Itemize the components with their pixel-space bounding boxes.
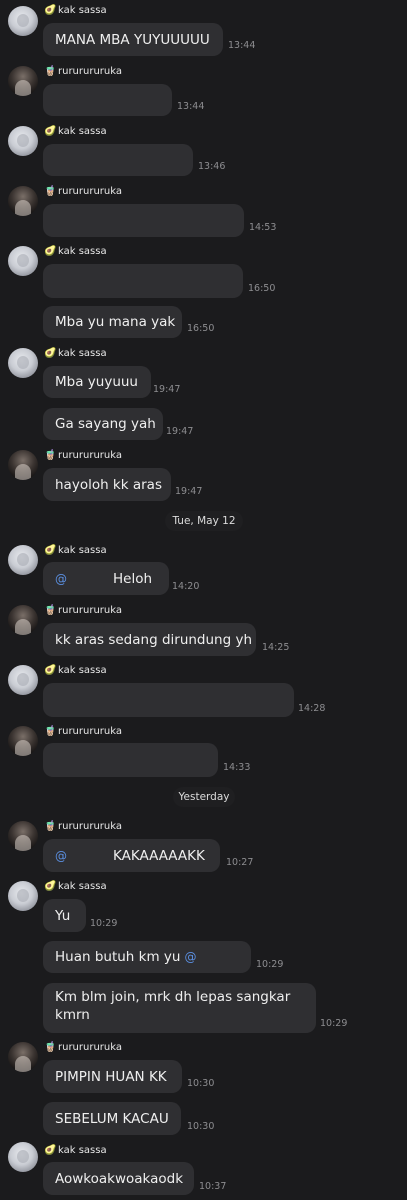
message-bubble[interactable]: Mba yuyuuu: [43, 366, 151, 398]
sender-name: 🥑 kak sassa: [44, 881, 107, 892]
mention[interactable]: @: [55, 570, 67, 588]
avatar[interactable]: [8, 246, 38, 276]
message-bubble[interactable]: [43, 204, 244, 237]
message-bubble[interactable]: @ Heloh: [43, 562, 169, 595]
avocado-icon: 🥑: [44, 246, 57, 257]
date-divider: Yesterday: [173, 787, 235, 807]
message-bubble[interactable]: SEBELUM KACAU: [43, 1102, 181, 1135]
avatar[interactable]: [8, 821, 38, 851]
bubble-tea-icon: 🧋: [44, 726, 57, 737]
bubble-tea-icon: 🧋: [44, 186, 57, 197]
sender-name: 🥑 kak sassa: [44, 5, 107, 16]
timestamp: 10:27: [226, 857, 254, 868]
bubble-tea-icon: 🧋: [44, 605, 57, 616]
sender-name: 🧋 rururururuka: [44, 450, 122, 461]
avocado-icon: 🥑: [44, 665, 57, 676]
message-bubble[interactable]: PIMPIN HUAN KK: [43, 1060, 182, 1093]
avatar[interactable]: [8, 66, 38, 96]
message-bubble[interactable]: Mba yu mana yak: [43, 306, 182, 338]
avocado-icon: 🥑: [44, 1145, 57, 1156]
timestamp: 19:47: [175, 486, 203, 497]
message-bubble[interactable]: [43, 144, 193, 176]
mention[interactable]: @: [184, 948, 196, 966]
avocado-icon: 🥑: [44, 348, 57, 359]
avatar[interactable]: [8, 1142, 38, 1172]
date-divider: Tue, May 12: [165, 511, 243, 531]
sender-name: 🥑 kak sassa: [44, 246, 107, 257]
sender-name: 🥑 kak sassa: [44, 126, 107, 137]
timestamp: 14:28: [298, 703, 326, 714]
sender-name: 🧋 rururururuka: [44, 186, 122, 197]
avatar[interactable]: [8, 186, 38, 216]
message-bubble[interactable]: hayoloh kk aras: [43, 468, 171, 501]
timestamp: 19:47: [153, 384, 181, 395]
timestamp: 10:30: [187, 1078, 215, 1089]
avocado-icon: 🥑: [44, 126, 57, 137]
avatar[interactable]: [8, 450, 38, 480]
bubble-tea-icon: 🧋: [44, 821, 57, 832]
avocado-icon: 🥑: [44, 5, 57, 16]
timestamp: 16:50: [248, 283, 276, 294]
message-bubble[interactable]: kk aras sedang dirundung yh: [43, 623, 256, 656]
message-bubble[interactable]: Aowkoakwoakaodk: [43, 1162, 194, 1195]
timestamp: 10:30: [187, 1121, 215, 1132]
message-bubble[interactable]: [43, 683, 294, 717]
timestamp: 10:29: [90, 918, 118, 929]
message-bubble[interactable]: @ KAKAAAAAKK: [43, 839, 220, 872]
bubble-tea-icon: 🧋: [44, 1042, 57, 1053]
avatar[interactable]: [8, 665, 38, 695]
timestamp: 13:44: [228, 40, 256, 51]
message-bubble[interactable]: [43, 743, 218, 777]
avatar[interactable]: [8, 545, 38, 575]
avatar[interactable]: [8, 605, 38, 635]
mention[interactable]: @: [55, 847, 67, 865]
sender-name: 🥑 kak sassa: [44, 348, 107, 359]
timestamp: 10:37: [199, 1181, 227, 1192]
message-bubble[interactable]: Huan butuh km yu @: [43, 941, 251, 973]
sender-name: 🧋 rururururuka: [44, 821, 122, 832]
message-bubble[interactable]: Yu: [43, 899, 86, 932]
message-bubble[interactable]: [43, 264, 243, 298]
sender-name: 🥑 kak sassa: [44, 1145, 107, 1156]
sender-name: 🧋 rururururuka: [44, 66, 122, 77]
timestamp: 10:29: [256, 959, 284, 970]
message-bubble[interactable]: [43, 84, 172, 116]
timestamp: 14:33: [223, 762, 251, 773]
timestamp: 10:29: [320, 1018, 348, 1029]
avocado-icon: 🥑: [44, 881, 57, 892]
timestamp: 16:50: [187, 323, 215, 334]
sender-name: 🥑 kak sassa: [44, 665, 107, 676]
avatar[interactable]: [8, 1042, 38, 1072]
sender-name: 🧋 rururururuka: [44, 726, 122, 737]
sender-name: 🧋 rururururuka: [44, 1042, 122, 1053]
timestamp: 14:53: [249, 222, 277, 233]
timestamp: 13:46: [198, 161, 226, 172]
avatar[interactable]: [8, 348, 38, 378]
avocado-icon: 🥑: [44, 545, 57, 556]
timestamp: 14:20: [172, 581, 200, 592]
sender-name: 🧋 rururururuka: [44, 605, 122, 616]
avatar[interactable]: [8, 126, 38, 156]
message-bubble[interactable]: Ga sayang yah: [43, 408, 163, 440]
bubble-tea-icon: 🧋: [44, 450, 57, 461]
message-bubble[interactable]: MANA MBA YUYUUUUU: [43, 23, 223, 56]
timestamp: 13:44: [177, 101, 205, 112]
avatar[interactable]: [8, 6, 38, 36]
sender-name: 🥑 kak sassa: [44, 545, 107, 556]
message-bubble[interactable]: Km blm join, mrk dh lepas sangkar kmrn: [43, 983, 316, 1033]
timestamp: 19:47: [166, 426, 194, 437]
avatar[interactable]: [8, 726, 38, 756]
timestamp: 14:25: [262, 642, 290, 653]
bubble-tea-icon: 🧋: [44, 66, 57, 77]
avatar[interactable]: [8, 881, 38, 911]
